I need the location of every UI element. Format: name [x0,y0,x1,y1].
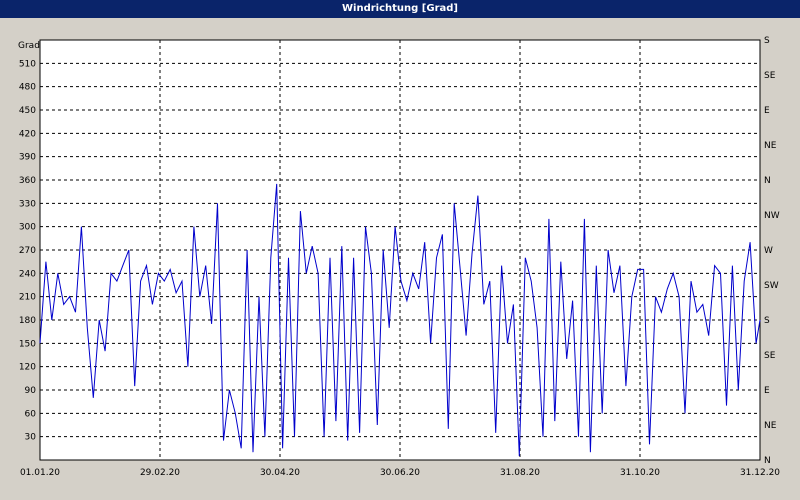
y-tick-label: 270 [19,246,36,256]
y-tick-label: 360 [19,176,36,186]
y-tick-label: 240 [19,269,36,279]
right-axis-label: N [764,456,771,466]
y-tick-label: 90 [25,386,37,396]
x-tick-label: 31.12.20 [740,468,780,478]
wind-direction-chart: 30 60 90 120 150 180 210 240 270 300 330 360 390 420 4… [18,36,780,478]
x-tick-label: 30.06.20 [380,468,420,478]
right-axis-label: N [764,176,771,186]
y-tick-label: 510 [19,59,36,69]
y-tick-label: 120 [19,363,36,373]
right-axis-label: W [764,246,773,256]
app-window: Windrichtung [Grad] 30 60 90 120 150 180 210 24… [0,0,800,500]
window-title: Windrichtung [Grad] [0,0,800,18]
y-tick-label: 420 [19,129,36,139]
y-tick-label: 150 [19,339,36,349]
right-axis-labels: S SE E NE N NW W SW S SE E NE N [764,36,780,466]
right-axis-label: SE [764,351,776,361]
y-tick-label: 450 [19,106,36,116]
x-axis-ticks: 01.01.20 29.02.20 30.04.20 30.06.20 31.08.20… [20,468,780,478]
y-axis-ticks: 30 60 90 120 150 180 210 240 270 300 330 360 390 420 4… [19,59,36,442]
x-tick-label: 31.10.20 [620,468,660,478]
y-tick-label: 180 [19,316,36,326]
right-axis-label: E [764,106,770,116]
y-axis-label: Grad [18,41,40,51]
right-axis-label: NW [764,211,780,221]
y-tick-label: 330 [19,199,36,209]
y-tick-label: 480 [19,83,36,93]
x-tick-label: 30.04.20 [260,468,300,478]
y-tick-label: 390 [19,153,36,163]
y-tick-label: 60 [25,409,37,419]
y-tick-label: 30 [25,433,37,443]
right-axis-label: S [764,36,770,46]
right-axis-label: S [764,316,770,326]
y-tick-label: 300 [19,223,36,233]
x-tick-label: 29.02.20 [140,468,180,478]
right-axis-label: E [764,386,770,396]
x-tick-label: 01.01.20 [20,468,60,478]
right-axis-label: NE [764,421,777,431]
y-tick-label: 210 [19,293,36,303]
right-axis-label: NE [764,141,777,151]
x-tick-label: 31.08.20 [500,468,540,478]
right-axis-label: SW [764,281,779,291]
right-axis-label: SE [764,71,776,81]
